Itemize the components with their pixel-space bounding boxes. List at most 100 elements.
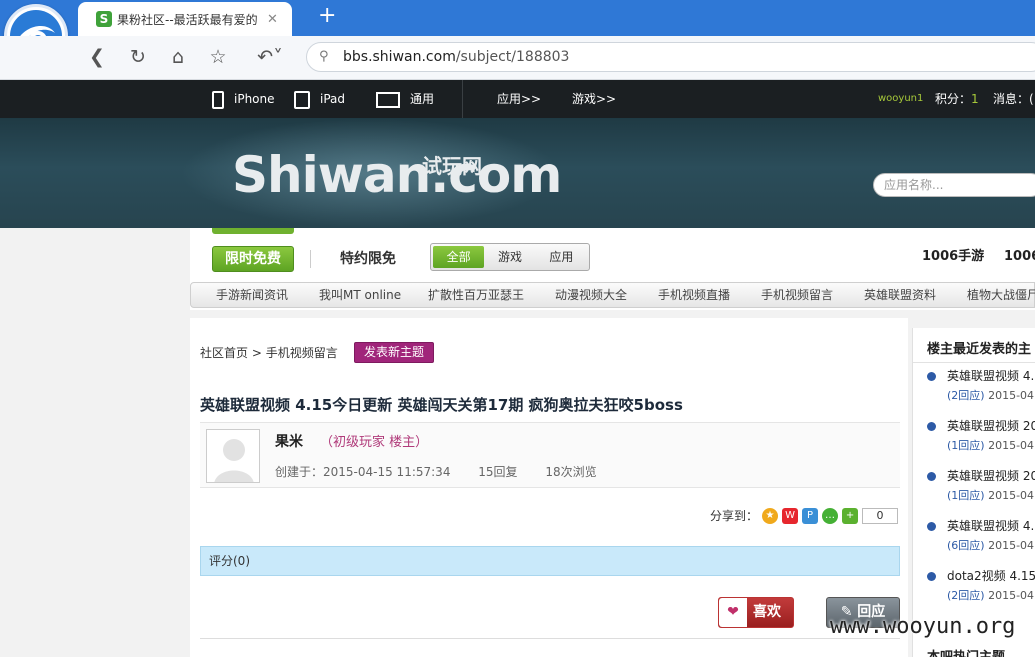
sidebar-item-meta: (2回应) 2015-04 [947,388,1034,404]
share-count: 0 [862,508,899,524]
sidebar-item-date: 2015-04 [988,589,1035,602]
reply-count: 15回复 [478,465,518,479]
breadcrumb-chevron-icon: > [251,346,262,360]
filter-games-tab[interactable]: 游戏 [484,246,535,268]
free-limited-button[interactable]: 限时免费 [212,246,294,272]
rating-bar: 评分(0) [200,546,900,576]
reload-icon[interactable]: ↻ [125,44,151,70]
sidebar-item-title[interactable]: 英雄联盟视频 20 [947,468,1035,484]
sidebar-item-date: 2015-04 [988,389,1035,402]
sidebar-item-title[interactable]: 英雄联盟视频 4. [947,368,1034,384]
nav-iphone[interactable]: iPhone [212,80,275,118]
sidebar-item-meta: (2回应) 2015-04 [947,588,1034,604]
close-tab-icon[interactable]: ✕ [267,12,278,27]
nav-ipad[interactable]: iPad [294,80,345,118]
undo-icon[interactable]: ↶˅ [252,44,288,70]
new-post-button[interactable]: 发表新主题 [354,342,434,363]
sidebar-item-date: 2015-04 [988,539,1035,552]
sidebar-item-replies: (2回应) [947,389,985,402]
nav-general-label: 通用 [410,92,435,106]
promo-game-1[interactable]: 1006手游 [922,247,984,267]
bullet-icon [927,472,936,481]
bullet-icon [927,372,936,381]
quick-link[interactable]: 扩散性百万亚瑟王 [428,283,524,307]
default-avatar-icon [207,430,259,482]
sidebar-item-replies: (1回应) [947,489,985,502]
nav-games[interactable]: 游戏>> [572,80,616,118]
sidebar-item-meta: (1回应) 2015-04 [947,488,1034,504]
sidebar-heading: 楼主最近发表的主 [927,342,1032,357]
post-title: 英雄联盟视频 4.15今日更新 英雄闯天关第17期 疯狗奥拉夫狂咬5boss [200,396,683,414]
quick-link[interactable]: 手机视频留言 [761,283,833,307]
nav-general[interactable]: 通用 [376,80,434,118]
nav-apps[interactable]: 应用>> [497,80,541,118]
like-label: 喜欢 [753,604,781,620]
browser-chrome: S 果粉社区--最活跃最有爱的 ✕ + ❮ ↻ ⌂ ☆ ↶˅ ⚲ bbs.shi… [0,0,1035,80]
promo-divider [310,250,311,268]
browser-toolbar: ❮ ↻ ⌂ ☆ ↶˅ ⚲ bbs.shiwan.com/subject/1888… [0,36,1035,80]
home-icon[interactable]: ⌂ [165,44,191,70]
post-meta: 创建于：2015-04-15 11:57:34 15回复 18次浏览 [275,463,621,480]
share-bar: 分享到： ★ W P … + 0 [710,508,899,524]
sidebar-item-title[interactable]: 英雄联盟视频 20 [947,418,1035,434]
sidebar-item-title[interactable]: dota2视频 4.15. [947,568,1035,584]
sidebar-item-meta: (6回应) 2015-04 [947,538,1034,554]
sidebar: 楼主最近发表的主 英雄联盟视频 4. (2回应) 2015-04 英雄联盟视频 … [912,328,1035,657]
author-level: （初级玩家 楼主） [320,435,429,450]
bullet-icon [927,422,936,431]
nav-iphone-label: iPhone [234,92,275,106]
filter-apps-tab[interactable]: 应用 [536,246,587,268]
tencent-share-icon[interactable]: P [802,508,819,524]
author-name[interactable]: 果米 [275,431,303,451]
qzone-share-icon[interactable]: ★ [762,508,779,524]
watermark: www.wooyun.org [830,614,1016,639]
devices-icon [376,91,400,108]
wechat-share-icon[interactable]: … [822,508,839,524]
sidebar-item-meta: (1回应) 2015-04 [947,438,1034,454]
quick-link[interactable]: 我叫MT online [319,283,401,307]
like-button[interactable]: ❤ 喜欢 [718,597,794,628]
quick-link[interactable]: 手游新闻资讯 [216,283,288,307]
created-time: 创建于：2015-04-15 11:57:34 [275,465,451,479]
back-icon[interactable]: ❮ [84,44,110,70]
site-logo[interactable]: Shiwan.com [232,150,562,200]
address-bar[interactable]: ⚲ bbs.shiwan.com/subject/188803 [306,42,1035,72]
quick-link[interactable]: 植物大战僵尸 [967,283,1035,307]
site-logo-cn: 试玩网 [422,154,482,178]
filter-all-tab[interactable]: 全部 [433,246,485,268]
sidebar-item-date: 2015-04 [988,489,1035,502]
quick-link[interactable]: 动漫视频大全 [555,283,627,307]
browser-tab[interactable]: S 果粉社区--最活跃最有爱的 ✕ [78,2,292,36]
tab-title: 果粉社区--最活跃最有爱的 [117,12,258,27]
sidebar-item-replies: (1回应) [947,439,985,452]
heart-icon: ❤ [719,598,747,627]
promo-accent-bar [212,228,294,234]
quick-link[interactable]: 英雄联盟资料 [864,283,936,307]
post-header: 果米 （初级玩家 楼主） 创建于：2015-04-15 11:57:34 15回… [200,422,900,488]
breadcrumb-current[interactable]: 手机视频留言 [266,346,338,360]
breadcrumb: 社区首页 > 手机视频留言 [200,344,338,362]
sidebar-item-date: 2015-04 [988,439,1035,452]
breadcrumb-home[interactable]: 社区首页 [200,346,248,360]
sidebar-item-title[interactable]: 英雄联盟视频 4. [947,518,1034,534]
new-tab-icon[interactable]: + [318,4,336,28]
sidebar-item-replies: (6回应) [947,539,985,552]
avatar[interactable] [206,429,260,483]
nav-divider [462,80,463,118]
sidebar-divider [913,362,1035,363]
promo-game-2[interactable]: 1006 [1004,247,1035,267]
favorite-star-icon[interactable]: ☆ [205,44,231,70]
filter-segmented-control: 全部 游戏 应用 [430,243,590,271]
messages-link[interactable]: 消息：( [993,80,1034,118]
app-search-input[interactable]: 应用名称... [873,173,1035,197]
iphone-icon [212,90,224,109]
hot-topics-heading: 本吧热门主题 [927,646,1005,657]
user-name[interactable]: wooyun1 [878,80,923,118]
more-share-icon[interactable]: + [842,508,859,524]
points-label: 积分： [935,92,972,106]
page-info-icon: ⚲ [319,49,329,64]
weibo-share-icon[interactable]: W [782,508,799,524]
bullet-icon [927,522,936,531]
nav-ipad-label: iPad [320,92,346,106]
quick-link[interactable]: 手机视频直播 [658,283,730,307]
